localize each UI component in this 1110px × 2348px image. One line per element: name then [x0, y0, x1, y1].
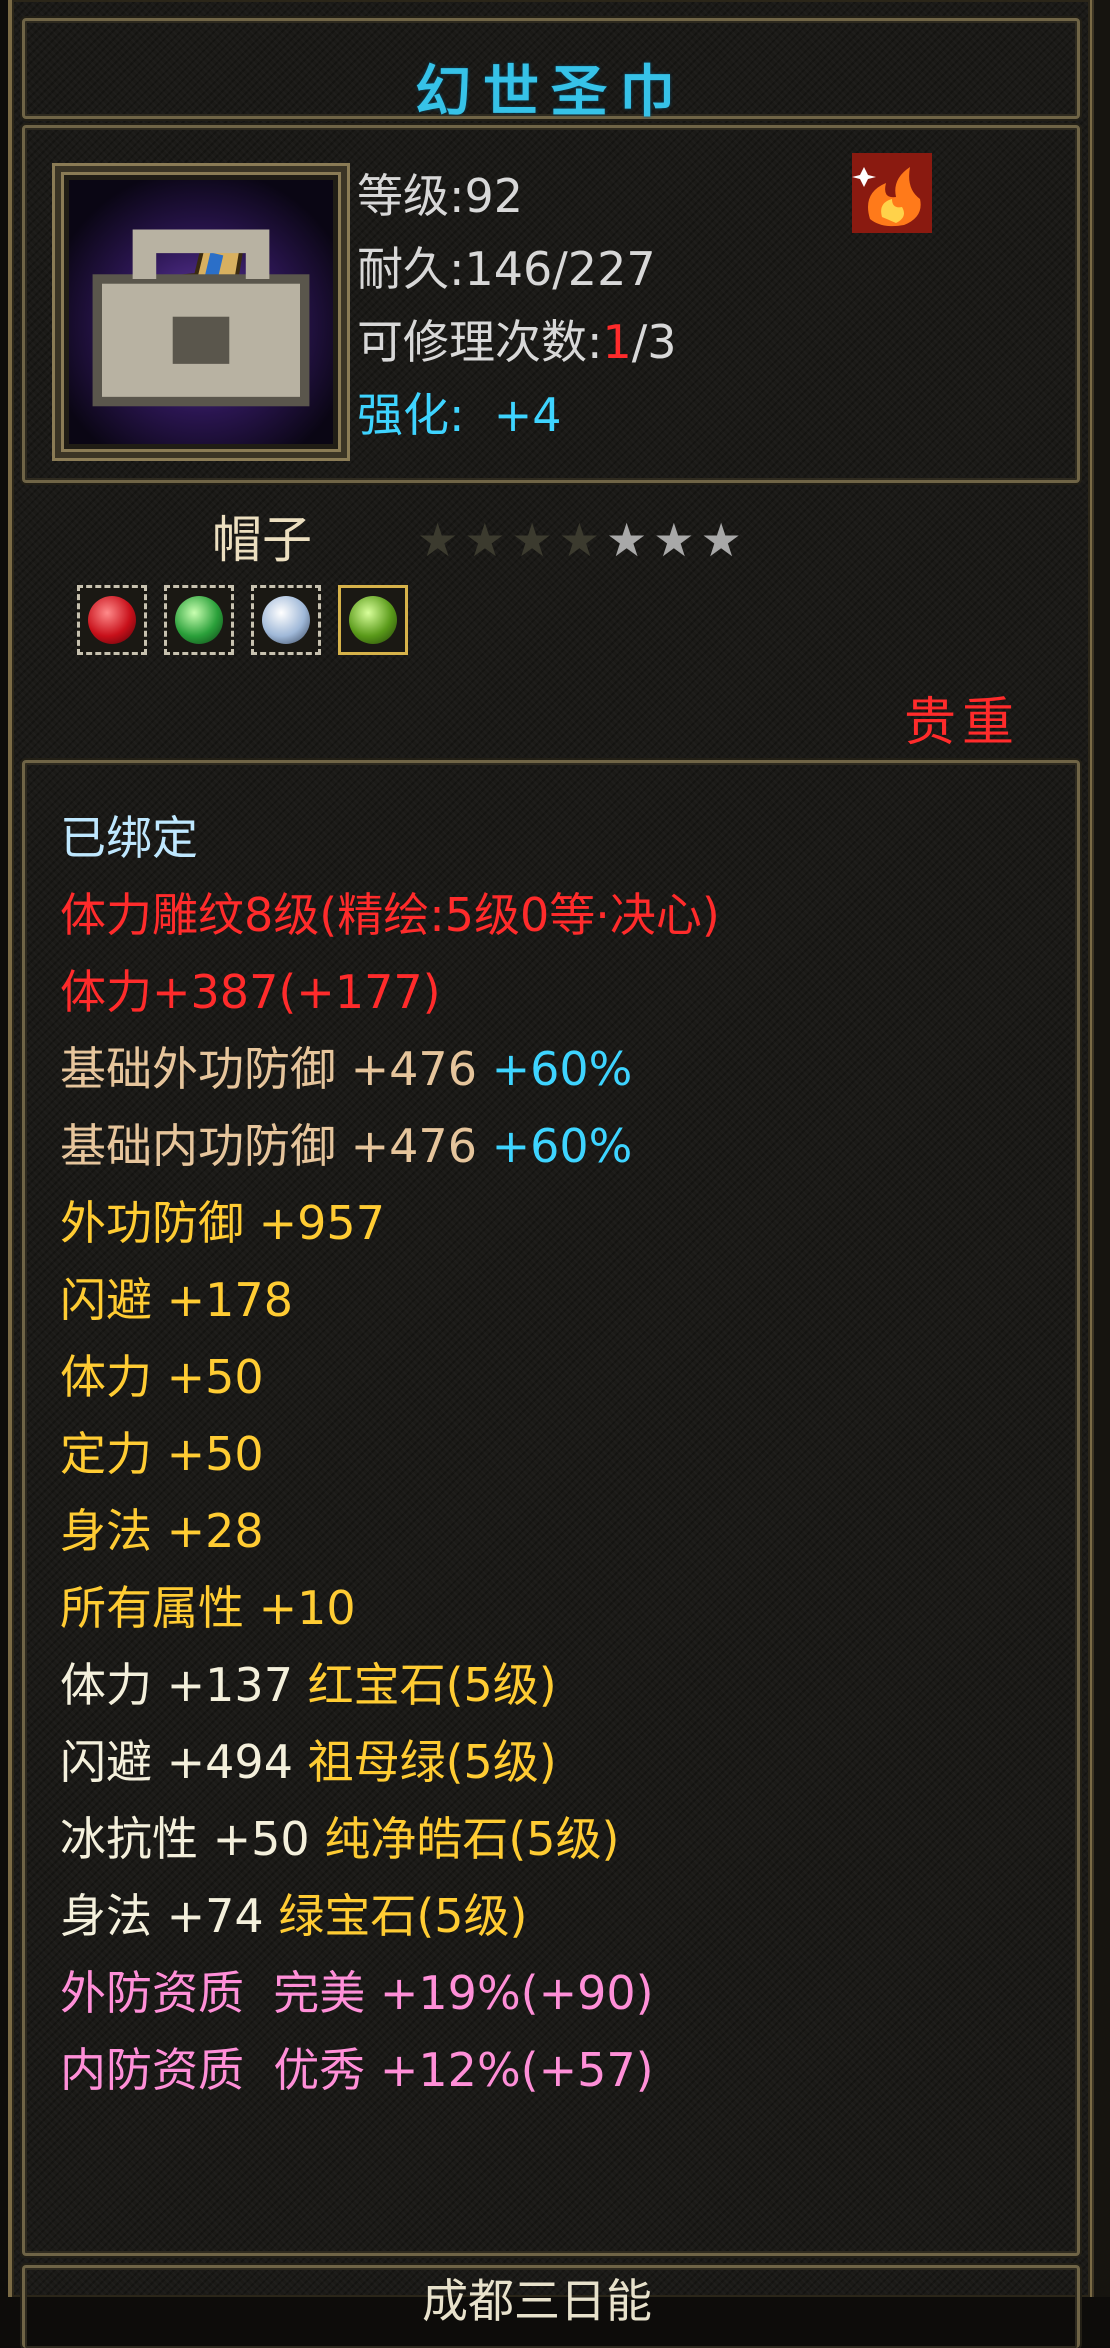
green-jade-gem-icon[interactable]	[338, 585, 409, 655]
gem1-name: 红宝石(5级)	[307, 1658, 557, 1712]
gem3-name: 纯净皓石(5级)	[324, 1812, 620, 1866]
gem2-name: 祖母绿(5级)	[307, 1735, 557, 1789]
ruby-gem-icon[interactable]	[77, 585, 147, 655]
gem3-line: 冰抗性 +50 纯净皓石(5级)	[60, 1801, 720, 1878]
gem4-line: 身法 +74 绿宝石(5级)	[60, 1878, 720, 1955]
level-label: 等级:	[357, 169, 465, 223]
strengthen-label: 强化:	[357, 388, 465, 442]
repair-line: 可修理次数:1/3	[357, 306, 677, 379]
agility-line: 身法 +28	[60, 1504, 264, 1558]
gem4-stat: 身法 +74	[60, 1889, 264, 1943]
gem1-line: 体力 +137 红宝石(5级)	[60, 1647, 720, 1724]
engrave-line: 体力雕纹8级(精绘:5级0等·决心)	[60, 888, 720, 942]
fire-element-icon	[852, 153, 932, 233]
gem2-line: 闪避 +494 祖母绿(5级)	[60, 1724, 720, 1801]
all-attr-line: 所有属性 +10	[60, 1581, 356, 1635]
quality-ext-line: 外防资质 完美 +19%(+90)	[60, 1966, 654, 2020]
gem4-name: 绿宝石(5级)	[278, 1889, 528, 1943]
stamina-total-line: 体力+387(+177)	[60, 965, 441, 1019]
stamina-line: 体力 +50	[60, 1350, 264, 1404]
star-icon: ★	[606, 513, 648, 567]
durability-value: 146/227	[464, 242, 656, 296]
base-int-def-pct: +60%	[491, 1119, 633, 1173]
ext-def-line: 外功防御 +957	[60, 1196, 385, 1250]
base-ext-def-line: 基础外功防御 +476 +60%	[60, 1031, 720, 1108]
item-name: 幻世圣巾	[415, 60, 687, 125]
star-icon: ★	[464, 513, 506, 567]
focus-line: 定力 +50	[60, 1427, 264, 1481]
strengthen-line: 强化: +4	[357, 379, 677, 452]
strengthen-value: +4	[493, 388, 562, 442]
star-icon: ★	[511, 513, 553, 567]
info-lines: 等级:92 耐久:146/227 可修理次数:1/3 强化: +4	[357, 160, 677, 452]
headband-icon	[69, 180, 333, 444]
star-icon: ★	[700, 513, 742, 567]
diamond-gem-icon[interactable]	[251, 585, 322, 655]
star-icon: ★	[417, 513, 459, 567]
repair-label: 可修理次数:	[357, 315, 603, 369]
gem-slots	[77, 585, 420, 661]
background-window-edge	[1092, 0, 1110, 2297]
durability-label: 耐久:	[357, 242, 465, 296]
item-type: 帽子	[212, 511, 312, 569]
durability-line: 耐久:146/227	[357, 233, 677, 306]
dodge-line: 闪避 +178	[60, 1273, 293, 1327]
star-icon: ★	[653, 513, 695, 567]
bound-status: 已绑定	[60, 811, 198, 865]
star-rating: ★ ★ ★ ★ ★ ★ ★	[417, 515, 748, 565]
star-icon: ★	[558, 513, 600, 567]
gem1-stat: 体力 +137	[60, 1658, 293, 1712]
bound-lock-icon	[92, 229, 310, 407]
repair-used: 1	[602, 315, 632, 369]
level-line: 等级:92	[357, 160, 677, 233]
repair-total: /3	[631, 315, 677, 369]
base-int-def-line: 基础内功防御 +476 +60%	[60, 1108, 720, 1185]
title-panel: 幻世圣巾	[22, 18, 1080, 125]
item-tooltip: 幻世圣巾 等级:92 耐久:146/227 可修理次数:1/3 强化: +4 帽…	[8, 0, 1094, 2348]
base-ext-def-label: 基础外功防御 +476	[60, 1042, 477, 1096]
gem3-stat: 冰抗性 +50	[60, 1812, 310, 1866]
rarity-label: 贵重	[903, 693, 1020, 753]
quality-int-line: 内防资质 优秀 +12%(+57)	[60, 2043, 654, 2097]
footer-text: 成都三日能	[422, 2274, 652, 2328]
gem2-stat: 闪避 +494	[60, 1735, 293, 1789]
level-value: 92	[464, 169, 524, 223]
base-ext-def-pct: +60%	[491, 1042, 633, 1096]
emerald-gem-icon[interactable]	[164, 585, 235, 655]
properties-list: 已绑定 体力雕纹8级(精绘:5级0等·决心) 体力+387(+177) 基础外功…	[60, 800, 720, 2109]
base-int-def-label: 基础内功防御 +476	[60, 1119, 477, 1173]
item-icon-frame[interactable]	[52, 163, 350, 461]
